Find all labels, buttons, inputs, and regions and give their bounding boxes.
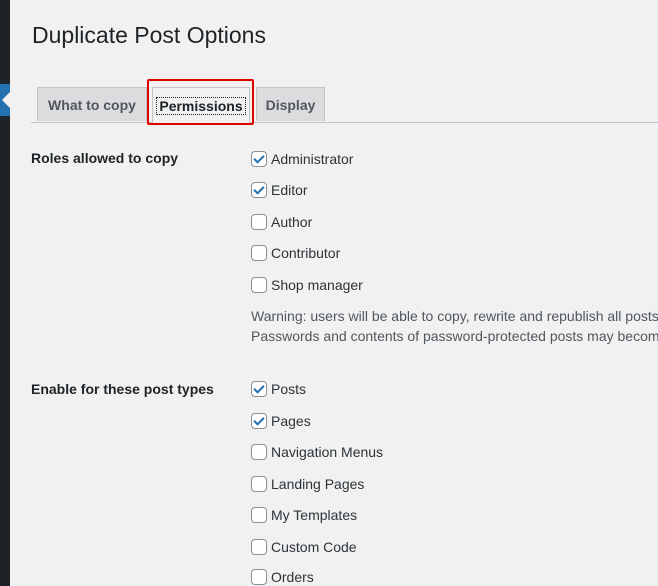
checkbox[interactable]: [251, 413, 267, 429]
post-types-label: Enable for these post types: [31, 381, 214, 397]
option-label: Shop manager: [271, 277, 363, 293]
tab-label: What to copy: [48, 96, 136, 113]
option-label: Orders: [271, 569, 314, 585]
post-type-option-navigation-menus[interactable]: Navigation Menus: [251, 443, 383, 461]
option-label: Pages: [271, 413, 311, 429]
option-label: Landing Pages: [271, 476, 365, 492]
warning-line: Warning: users will be able to copy, rew…: [251, 308, 658, 324]
option-label: Editor: [271, 182, 308, 198]
post-type-option-orders[interactable]: Orders: [251, 568, 314, 586]
page-title: Duplicate Post Options: [32, 22, 266, 48]
roles-warning: Warning: users will be able to copy, rew…: [251, 306, 658, 346]
role-option-editor[interactable]: Editor: [251, 181, 308, 199]
tab-display[interactable]: Display: [256, 87, 325, 121]
checkbox[interactable]: [251, 214, 267, 230]
role-option-contributor[interactable]: Contributor: [251, 244, 340, 262]
checkbox[interactable]: [251, 381, 267, 397]
post-type-option-landing-pages[interactable]: Landing Pages: [251, 475, 364, 493]
admin-sidebar-edge: [0, 0, 10, 586]
checkbox[interactable]: [251, 277, 267, 293]
checkbox[interactable]: [251, 507, 267, 523]
role-option-administrator[interactable]: Administrator: [251, 150, 353, 168]
option-label: Contributor: [271, 245, 341, 261]
tab-bar: What to copy Permissions Display: [31, 85, 658, 123]
checkbox[interactable]: [251, 151, 267, 167]
current-menu-arrow-icon: [0, 84, 10, 116]
tab-label: Display: [265, 96, 316, 113]
checkbox[interactable]: [251, 569, 267, 585]
option-label: My Templates: [271, 507, 358, 523]
tab-label: Permissions: [156, 96, 246, 115]
tab-what-to-copy[interactable]: What to copy: [37, 87, 147, 121]
option-label: Navigation Menus: [271, 444, 384, 460]
option-label: Administrator: [271, 151, 354, 167]
role-option-shop-manager[interactable]: Shop manager: [251, 276, 363, 294]
role-option-author[interactable]: Author: [251, 213, 312, 231]
post-type-option-my-templates[interactable]: My Templates: [251, 506, 357, 524]
checkbox[interactable]: [251, 476, 267, 492]
checkbox[interactable]: [251, 444, 267, 460]
checkbox[interactable]: [251, 245, 267, 261]
post-type-option-pages[interactable]: Pages: [251, 412, 311, 430]
checkbox[interactable]: [251, 182, 267, 198]
warning-line: Passwords and contents of password-prote…: [251, 328, 658, 344]
tab-permissions[interactable]: Permissions: [152, 87, 250, 123]
post-type-option-custom-code[interactable]: Custom Code: [251, 538, 357, 556]
option-label: Posts: [271, 381, 307, 397]
checkbox[interactable]: [251, 539, 267, 555]
option-label: Author: [271, 214, 313, 230]
option-label: Custom Code: [271, 539, 357, 555]
roles-label: Roles allowed to copy: [31, 150, 179, 166]
post-type-option-posts[interactable]: Posts: [251, 380, 306, 398]
